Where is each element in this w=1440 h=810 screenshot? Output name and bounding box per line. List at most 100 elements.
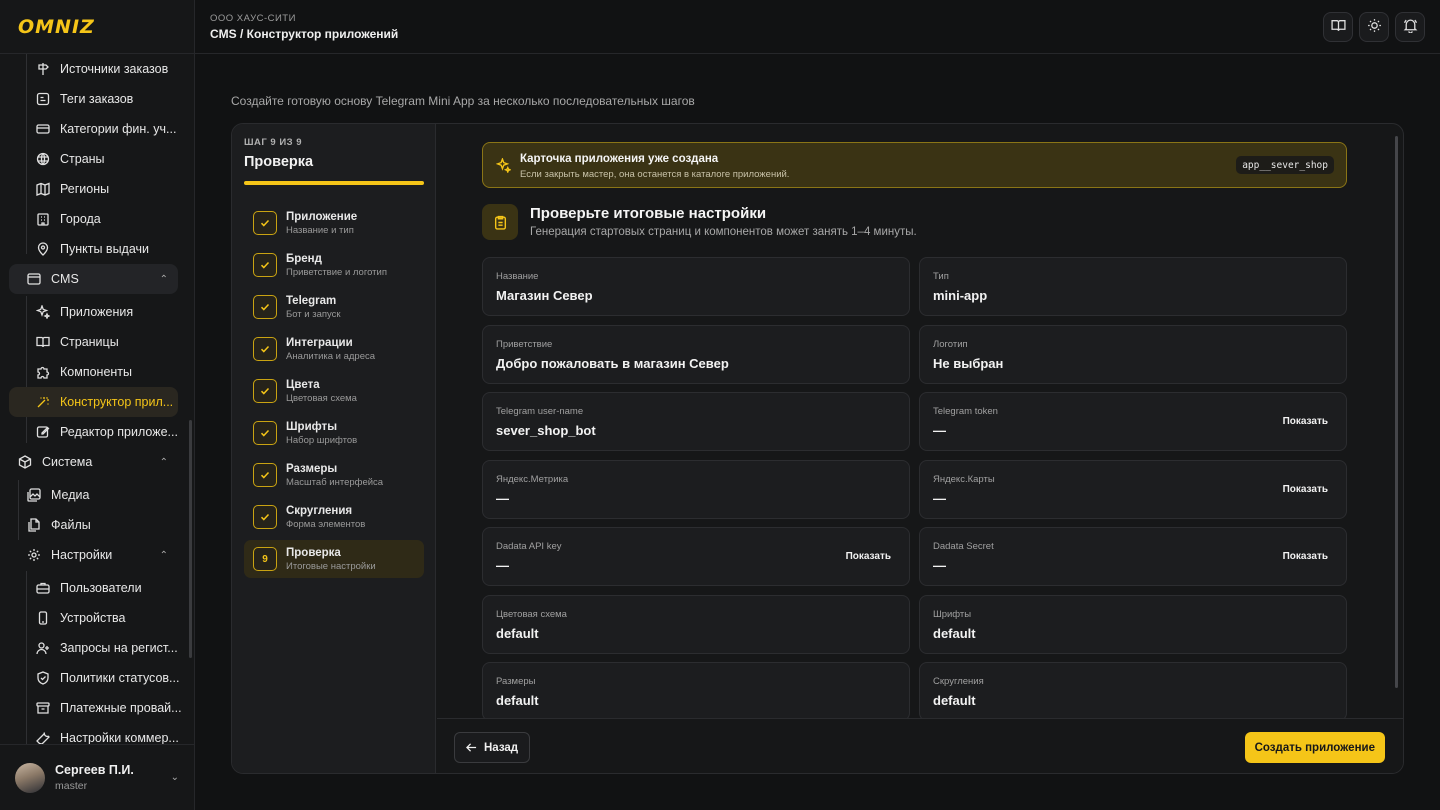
box-icon [18,455,32,469]
summary-value: default [933,625,976,641]
sidebar-item-cities[interactable]: Города [36,204,178,234]
sidebar-item-commerce-settings[interactable]: Настройки коммер... [36,723,179,744]
book-icon [1330,18,1346,36]
sidebar-item-users[interactable]: Пользователи [36,573,178,603]
summary-value: Магазин Север [496,288,593,303]
app-builder-wizard: ШАГ 9 ИЗ 9 Проверка Приложение Название и… [231,123,1404,774]
sidebar-item-label: Медиа [51,488,90,502]
summary-card: Dadata API key — Показать [482,527,910,586]
app-created-notice: Карточка приложения уже создана Если зак… [482,142,1347,188]
summary-value: default [496,625,539,641]
step-name: Размеры [286,462,338,475]
back-button[interactable]: Назад [454,732,531,763]
sidebar-item-app-builder[interactable]: Конструктор прил... [9,387,178,417]
docs-button[interactable] [1323,12,1353,42]
sidebar-item-media[interactable]: Медиа [27,480,169,510]
check-icon [253,337,277,361]
book-icon [36,335,50,349]
sparkle-icon [495,157,512,176]
sidebar-scrollbar[interactable] [189,420,192,658]
summary-value: — [496,490,509,506]
images-icon [27,488,41,502]
wizard-step[interactable]: Бренд Приветствие и логотип [244,246,424,284]
summary-value: mini-app [933,288,988,303]
window-icon [27,272,41,286]
sidebar-item-payment-providers[interactable]: Платежные провай... [36,693,182,723]
sidebar-item-finance-categories[interactable]: Категории фин. уч... [36,114,178,144]
sidebar-group-settings[interactable]: Настройки ⌃ [27,540,178,570]
summary-card: Скругления default [919,662,1347,718]
sidebar-item-order-sources[interactable]: Источники заказов [36,54,178,84]
top-header: ООО ХАУС-СИТИ CMS / Конструктор приложен… [195,0,1440,54]
user-plus-icon [36,641,50,655]
step-name: Telegram [286,294,337,307]
step-text: Размеры Масштаб интерфейса [286,463,383,488]
summary-card: Telegram user-name sever_shop_bot [482,392,910,451]
sidebar-item-components[interactable]: Компоненты [36,357,178,387]
sidebar-item-apps[interactable]: Приложения [36,297,178,327]
check-icon [253,211,277,235]
summary-card: Шрифты default [919,594,1347,654]
wizard-step[interactable]: Скругления Форма элементов [244,498,424,536]
summary-label: Тип [933,271,949,282]
summary-card: Тип mini-app [919,257,1347,316]
user-name: Сергеев П.И. [55,763,134,777]
user-menu[interactable]: Сергеев П.И. master ⌄ [0,744,195,810]
sidebar-group-label: Система [42,455,93,469]
sidebar-item-registration-requests[interactable]: Запросы на регист... [36,633,178,663]
summary-card: Яндекс.Карты — Показать [919,459,1347,519]
check-icon [253,295,277,319]
step-name: Интеграции [286,336,353,349]
gear-icon [27,548,41,562]
sidebar-group-system[interactable]: Система ⌃ [18,447,178,477]
sidebar-item-files[interactable]: Файлы [27,510,169,540]
summary-card: Dadata Secret — Показать [919,527,1347,586]
sidebar-item-countries[interactable]: Страны [36,144,178,174]
sidebar-item-label: Политики статусов... [60,671,180,685]
wizard-step[interactable]: Приложение Название и тип [244,204,424,242]
sidebar-item-label: Конструктор прил... [60,395,174,409]
briefcase-icon [36,581,50,595]
step-text: Приложение Название и тип [286,211,357,236]
wizard-step[interactable]: Размеры Масштаб интерфейса [244,456,424,494]
wizard-step[interactable]: Шрифты Набор шрифтов [244,414,424,452]
sidebar-item-label: Категории фин. уч... [60,122,177,136]
sidebar-item-devices[interactable]: Устройства [36,603,178,633]
create-app-button[interactable]: Создать приложение [1244,732,1385,763]
summary-label: Название [496,271,539,282]
wizard-step[interactable]: Telegram Бот и запуск [244,288,424,326]
files-icon [27,518,41,532]
sidebar-group-cms[interactable]: CMS ⌃ [9,264,178,294]
check-icon [253,421,277,445]
theme-toggle-button[interactable] [1359,12,1389,42]
summary-value: — [933,558,946,573]
sidebar-item-status-policies[interactable]: Политики статусов... [36,663,180,693]
wizard-step[interactable]: Интеграции Аналитика и адреса [244,330,424,368]
sidebar-item-label: Пункты выдачи [60,242,150,256]
step-name: Скругления [286,504,353,517]
wizard-step[interactable]: Цвета Цветовая схема [244,372,424,410]
sidebar: OMNIZ Источники заказов Теги заказов Кат… [0,0,195,810]
step-description: Масштаб интерфейса [286,476,384,488]
show-secret-button[interactable]: Показать [1283,484,1328,495]
summary-label: Dadata API key [496,541,562,552]
content-scrollbar[interactable] [1395,136,1398,688]
show-secret-button[interactable]: Показать [1283,551,1328,562]
nav-tree-line [18,480,19,540]
notifications-button[interactable] [1395,12,1425,42]
logo[interactable]: OMNIZ [18,16,95,38]
sidebar-group-label: Настройки [51,548,113,562]
sidebar-item-pages[interactable]: Страницы [36,327,178,357]
sidebar-item-pickup-points[interactable]: Пункты выдачи [36,234,178,264]
summary-label: Приветствие [496,338,553,350]
puzzle-icon [36,365,50,379]
sidebar-item-regions[interactable]: Регионы [36,174,178,204]
sidebar-item-app-editor[interactable]: Редактор приложе... [36,417,178,447]
show-secret-button[interactable]: Показать [1283,416,1328,427]
sidebar-group-label: CMS [51,272,79,286]
back-button-label: Назад [484,741,519,754]
sidebar-item-order-tags[interactable]: Теги заказов [36,84,178,114]
check-icon [253,505,277,529]
wizard-step[interactable]: 9 Проверка Итоговые настройки [244,540,424,578]
show-secret-button[interactable]: Показать [846,551,891,562]
